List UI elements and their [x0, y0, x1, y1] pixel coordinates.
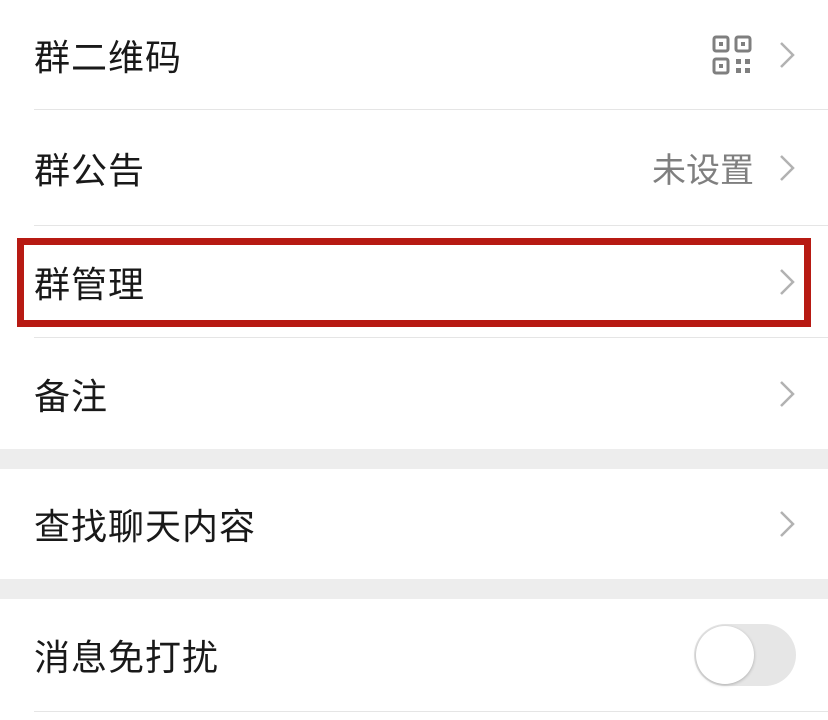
- mute-toggle[interactable]: [694, 624, 796, 686]
- mute-row: 消息免打扰: [0, 599, 828, 711]
- group-manage-row[interactable]: 群管理: [0, 226, 828, 337]
- chevron-right-icon: [778, 154, 796, 182]
- remark-row[interactable]: 备注: [0, 338, 828, 449]
- toggle-knob: [696, 626, 754, 684]
- group-manage-label: 群管理: [34, 264, 146, 306]
- notification-section: 消息免打扰: [0, 599, 828, 720]
- search-chat-label: 查找聊天内容: [34, 507, 257, 548]
- group-qr-label: 群二维码: [34, 37, 183, 79]
- group-info-section: 群二维码 群公告 未设置 群管理 备注: [0, 0, 828, 449]
- chevron-right-icon: [778, 41, 796, 69]
- qr-code-icon: [712, 35, 752, 74]
- remark-label: 备注: [34, 376, 109, 418]
- group-settings-page: 群二维码 群公告 未设置 群管理 备注 查找聊天内容 消息免打扰: [0, 0, 828, 720]
- search-chat-row[interactable]: 查找聊天内容: [0, 469, 828, 579]
- chevron-right-icon: [778, 268, 796, 296]
- mute-label: 消息免打扰: [34, 638, 220, 679]
- search-section: 查找聊天内容: [0, 469, 828, 579]
- chevron-right-icon: [778, 380, 796, 408]
- chevron-right-icon: [778, 510, 796, 538]
- group-notice-label: 群公告: [34, 150, 146, 192]
- divider: [34, 711, 828, 712]
- group-notice-row[interactable]: 群公告 未设置: [0, 110, 828, 225]
- group-notice-value: 未设置: [652, 151, 754, 191]
- group-qr-row[interactable]: 群二维码: [0, 0, 828, 109]
